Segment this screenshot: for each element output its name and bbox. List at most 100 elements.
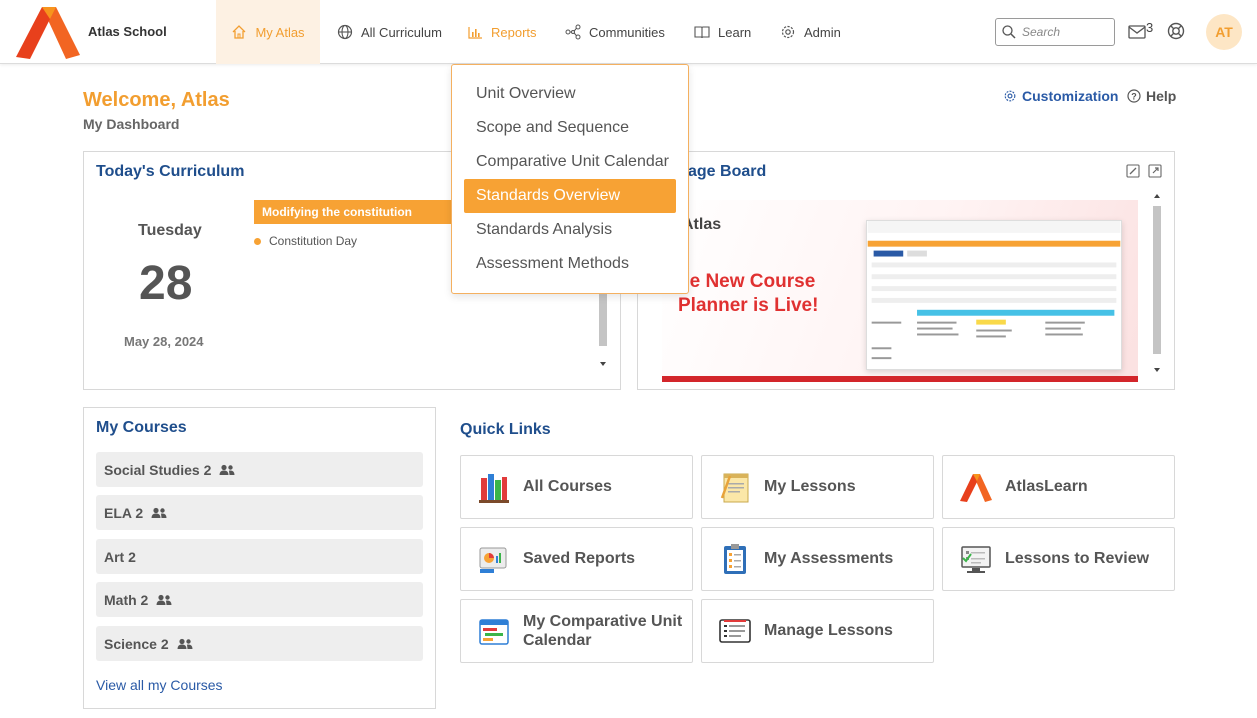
mail-icon (1128, 25, 1146, 39)
course-item[interactable]: Science 2 (96, 626, 423, 661)
welcome-heading: Welcome, Atlas (83, 89, 230, 111)
card-title: Today's Curriculum (96, 163, 245, 180)
reports-dropdown-menu: Unit Overview Scope and Sequence Compara… (451, 64, 689, 294)
menu-item-standards-analysis[interactable]: Standards Analysis (464, 213, 676, 247)
weekday: Tuesday (138, 222, 202, 239)
shared-users-icon (177, 638, 193, 649)
bar-chart-icon (468, 27, 482, 39)
search-input[interactable] (1022, 25, 1110, 39)
my-courses-card: My Courses Social Studies 2 ELA 2 Art 2 … (83, 407, 436, 709)
course-planner-screenshot (866, 220, 1122, 370)
top-navigation-bar: Atlas School My Atlas All Curriculum Rep… (0, 0, 1257, 64)
nav-my-atlas[interactable]: My Atlas (216, 0, 320, 64)
scrollbar[interactable] (1151, 190, 1163, 382)
quick-link-my-assessments[interactable]: My Assessments (701, 527, 934, 591)
quick-link-saved-reports[interactable]: Saved Reports (460, 527, 693, 591)
edit-icon[interactable] (1126, 164, 1140, 178)
nav-label: Reports (491, 24, 537, 40)
card-title: age Board (688, 163, 767, 180)
help-label: Help (1146, 88, 1177, 104)
quick-link-atlaslearn[interactable]: AtlasLearn (942, 455, 1175, 519)
course-item[interactable]: Social Studies 2 (96, 452, 423, 487)
nav-communities[interactable]: Communities (565, 0, 665, 64)
nav-reports[interactable]: Reports (467, 0, 537, 64)
course-item[interactable]: Art 2 (96, 539, 423, 574)
book-icon (694, 26, 710, 39)
quick-link-lessons-to-review[interactable]: Lessons to Review (942, 527, 1175, 591)
course-name: Math 2 (104, 591, 149, 608)
nav-label: Learn (718, 24, 752, 40)
scrollbar[interactable] (597, 292, 609, 372)
nav-label: All Curriculum (361, 24, 442, 40)
support-icon[interactable] (1167, 22, 1185, 40)
search-icon (1002, 25, 1016, 39)
quick-link-label: Manage Lessons (764, 622, 893, 639)
announcement-banner[interactable]: Atlas he New Course Planner is Live! (662, 200, 1138, 382)
menu-item-assessment-methods[interactable]: Assessment Methods (464, 247, 676, 281)
course-name: Art 2 (104, 548, 136, 565)
home-icon (232, 25, 246, 39)
nav-learn[interactable]: Learn (694, 0, 751, 64)
user-avatar[interactable]: AT (1206, 14, 1242, 50)
shared-users-icon (151, 507, 167, 518)
expand-icon[interactable] (1148, 164, 1162, 178)
banner-line-2: Planner is Live! (678, 295, 819, 316)
course-item[interactable]: Math 2 (96, 582, 423, 617)
event-item[interactable]: Constitution Day (254, 234, 357, 248)
quick-link-label: AtlasLearn (1005, 478, 1088, 495)
nav-label: Communities (589, 24, 665, 40)
message-board-card: age Board Atlas he New Course Planner is… (637, 151, 1175, 390)
svg-text:?: ? (1131, 92, 1137, 102)
banner-line-1: he New Course (678, 271, 816, 292)
quick-link-label: Saved Reports (523, 550, 636, 567)
question-icon: ? (1127, 89, 1141, 103)
quick-link-label: My Lessons (764, 478, 856, 495)
lesson-notepad-icon (720, 473, 749, 503)
quick-link-my-lessons[interactable]: My Lessons (701, 455, 934, 519)
shared-users-icon (156, 594, 172, 605)
menu-item-unit-overview[interactable]: Unit Overview (464, 77, 676, 111)
full-date: May 28, 2024 (124, 334, 204, 349)
course-name: Social Studies 2 (104, 461, 212, 478)
quick-link-label: All Courses (523, 478, 612, 495)
globe-icon (337, 24, 353, 40)
shared-users-icon (219, 464, 235, 475)
nav-admin[interactable]: Admin (780, 0, 841, 64)
network-icon (565, 24, 581, 40)
event-item-label: Constitution Day (269, 234, 358, 248)
quick-link-label: Lessons to Review (1005, 550, 1150, 567)
quick-link-label: My Comparative Unit Calendar (523, 613, 683, 649)
menu-item-standards-overview[interactable]: Standards Overview (464, 179, 676, 213)
atlas-logo-icon (960, 474, 992, 502)
atlas-logo-icon[interactable] (16, 5, 80, 59)
customization-link[interactable]: Customization (1003, 88, 1118, 104)
nav-all-curriculum[interactable]: All Curriculum (337, 0, 442, 64)
menu-item-comparative-unit-calendar[interactable]: Comparative Unit Calendar (464, 145, 676, 179)
gear-icon (781, 25, 795, 39)
banner-accent-bar (662, 376, 1138, 382)
manage-lessons-icon (719, 619, 751, 643)
school-name: Atlas School (88, 24, 167, 39)
gear-icon (1004, 90, 1016, 102)
course-item[interactable]: ELA 2 (96, 495, 423, 530)
quick-link-manage-lessons[interactable]: Manage Lessons (701, 599, 934, 663)
review-screen-icon (961, 546, 991, 573)
day-number: 28 (139, 257, 193, 310)
quick-link-all-courses[interactable]: All Courses (460, 455, 693, 519)
menu-item-scope-and-sequence[interactable]: Scope and Sequence (464, 111, 676, 145)
quick-link-my-comparative-unit-calendar[interactable]: My Comparative Unit Calendar (460, 599, 693, 663)
assessment-clipboard-icon (724, 544, 746, 574)
course-name: ELA 2 (104, 504, 144, 521)
event-banner[interactable]: Modifying the constitution (254, 200, 454, 224)
search-box[interactable] (995, 18, 1115, 46)
banner-headline: he New Course Planner is Live! (678, 270, 818, 318)
nav-label: My Atlas (255, 24, 305, 40)
help-link[interactable]: ? Help (1127, 88, 1176, 104)
view-all-courses-link[interactable]: View all my Courses (96, 677, 223, 693)
messages-button[interactable]: 3 (1128, 20, 1153, 39)
bullet-dot-icon (254, 237, 261, 245)
card-title: My Courses (96, 419, 187, 436)
nav-label: Admin (804, 24, 841, 40)
customization-label: Customization (1022, 88, 1119, 104)
books-icon (479, 474, 509, 503)
